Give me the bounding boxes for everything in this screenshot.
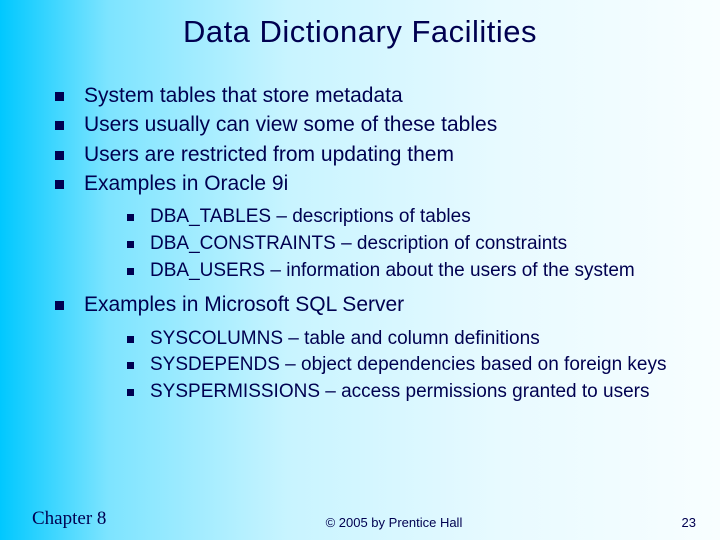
square-bullet-icon	[127, 389, 134, 396]
square-bullet-icon	[127, 362, 134, 369]
bullet-text: Examples in Microsoft SQL Server	[84, 291, 404, 318]
square-bullet-icon	[55, 151, 64, 160]
bullet-text: System tables that store metadata	[84, 82, 403, 109]
slide-content: System tables that store metadata Users …	[0, 60, 720, 413]
square-bullet-icon	[55, 92, 64, 101]
bullet-text: Examples in Oracle 9i	[84, 170, 288, 197]
sql-sublist: SYSCOLUMNS – table and column definition…	[55, 321, 700, 413]
sub-bullet-text: DBA_USERS – information about the users …	[150, 259, 635, 284]
slide-title: Data Dictionary Facilities	[0, 0, 720, 60]
bullet-item: Examples in Microsoft SQL Server	[55, 291, 700, 318]
sub-bullet-text: SYSPERMISSIONS – access permissions gran…	[150, 380, 649, 405]
sub-bullet-item: SYSPERMISSIONS – access permissions gran…	[127, 380, 700, 405]
bullet-item: System tables that store metadata	[55, 82, 700, 109]
square-bullet-icon	[127, 268, 134, 275]
copyright-text: © 2005 by Prentice Hall	[106, 515, 681, 530]
sub-bullet-text: SYSDEPENDS – object dependencies based o…	[150, 353, 666, 378]
main-bullet-list: System tables that store metadata Users …	[55, 82, 700, 197]
square-bullet-icon	[55, 180, 64, 189]
square-bullet-icon	[55, 301, 64, 310]
square-bullet-icon	[127, 336, 134, 343]
square-bullet-icon	[127, 214, 134, 221]
sub-bullet-item: DBA_TABLES – descriptions of tables	[127, 205, 700, 230]
oracle-sublist: DBA_TABLES – descriptions of tables DBA_…	[55, 199, 700, 291]
sub-bullet-item: SYSCOLUMNS – table and column definition…	[127, 327, 700, 352]
sub-bullet-item: DBA_CONSTRAINTS – description of constra…	[127, 232, 700, 257]
slide-footer: Chapter 8 © 2005 by Prentice Hall 23	[0, 508, 720, 530]
bullet-item: Examples in Oracle 9i	[55, 170, 700, 197]
chapter-label: Chapter 8	[32, 508, 106, 530]
bullet-text: Users usually can view some of these tab…	[84, 111, 497, 138]
square-bullet-icon	[55, 121, 64, 130]
page-number: 23	[682, 515, 696, 530]
bullet-text: Users are restricted from updating them	[84, 141, 454, 168]
main-bullet-list: Examples in Microsoft SQL Server	[55, 291, 700, 318]
sub-bullet-item: DBA_USERS – information about the users …	[127, 259, 700, 284]
bullet-item: Users are restricted from updating them	[55, 141, 700, 168]
sub-bullet-text: DBA_TABLES – descriptions of tables	[150, 205, 471, 230]
square-bullet-icon	[127, 241, 134, 248]
sub-bullet-text: SYSCOLUMNS – table and column definition…	[150, 327, 540, 352]
sub-bullet-text: DBA_CONSTRAINTS – description of constra…	[150, 232, 567, 257]
sub-bullet-item: SYSDEPENDS – object dependencies based o…	[127, 353, 700, 378]
bullet-item: Users usually can view some of these tab…	[55, 111, 700, 138]
